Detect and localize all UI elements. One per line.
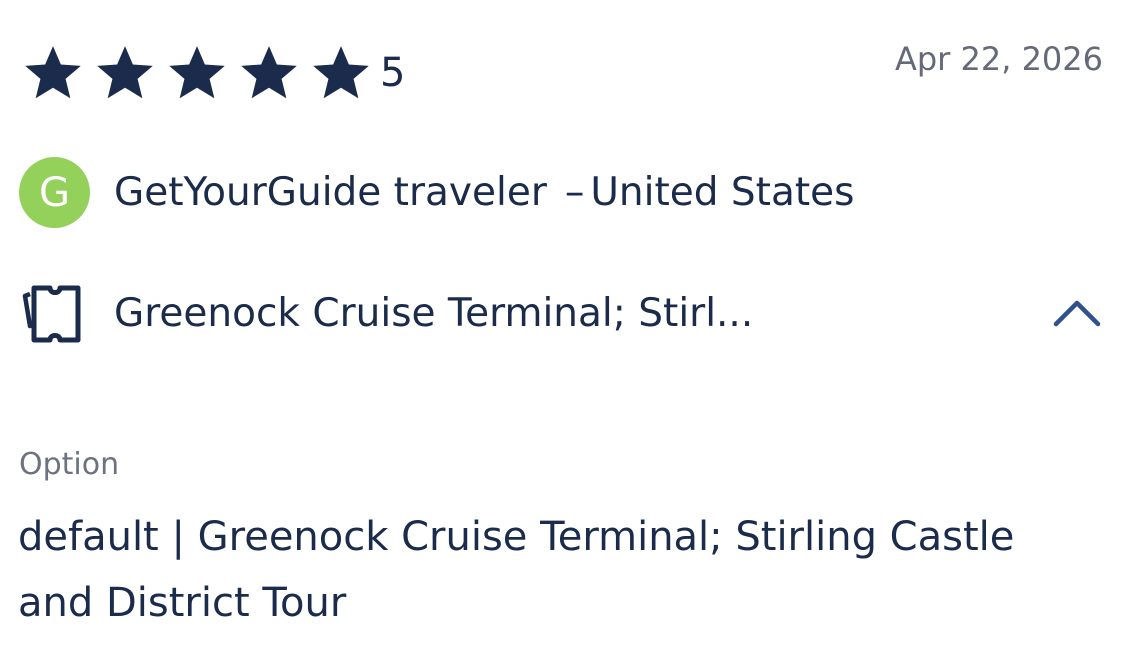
star-icon (25, 46, 81, 99)
reviewer-separator: – (564, 170, 585, 215)
option-value: default | Greenock Cruise Terminal; Stir… (18, 514, 1015, 626)
avatar-letter: G (39, 169, 70, 216)
collapse-button[interactable] (1048, 288, 1106, 338)
chevron-up-icon (1053, 300, 1101, 327)
star-icon (169, 46, 225, 99)
reviewer-line: GetYourGuide traveler – United States (114, 170, 854, 215)
reviewer-country: United States (590, 170, 855, 215)
star-icon (241, 46, 297, 99)
reviewer-name: GetYourGuide traveler (114, 170, 547, 215)
star-icon (313, 46, 369, 99)
rating-value: 5 (380, 50, 406, 96)
activity-title: Greenock Cruise Terminal; Stirl... (114, 290, 754, 336)
option-label: Option (19, 447, 120, 482)
star-icon (97, 46, 153, 99)
ticket-icon (22, 285, 81, 343)
reviewer-info: G GetYourGuide traveler – United States (19, 157, 854, 228)
review-date: Apr 22, 2026 (894, 40, 1103, 78)
star-rating: 5 (22, 42, 405, 104)
activity-row[interactable]: Greenock Cruise Terminal; Stirl... (20, 280, 1106, 346)
avatar: G (19, 157, 90, 228)
